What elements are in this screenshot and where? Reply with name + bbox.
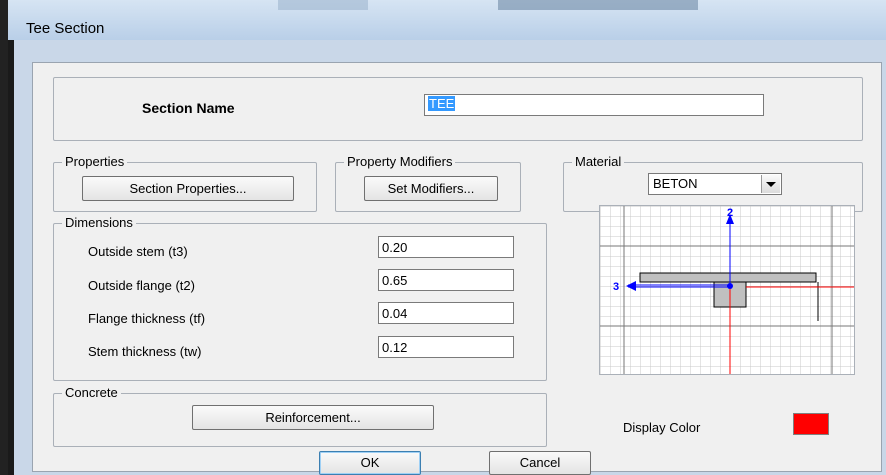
- property-modifiers-group: Property Modifiers Set Modifiers...: [335, 154, 521, 212]
- dialog-panel: Section Name TEE Properties Section Prop…: [32, 62, 882, 475]
- material-select[interactable]: BETON: [648, 173, 782, 195]
- section-name-label: Section Name: [142, 100, 235, 116]
- section-preview: 2 3: [599, 205, 855, 375]
- dimension-label-outside-stem: Outside stem (t3): [88, 244, 188, 259]
- chevron-down-icon: [766, 182, 776, 187]
- property-modifiers-legend: Property Modifiers: [344, 154, 456, 169]
- section-name-input[interactable]: TEE: [424, 94, 764, 116]
- dialog-body: Section Name TEE Properties Section Prop…: [14, 40, 886, 475]
- display-color-swatch[interactable]: [793, 413, 829, 435]
- window-title: Tee Section: [26, 20, 105, 37]
- material-selected-value: BETON: [653, 176, 698, 191]
- properties-group: Properties Section Properties...: [53, 154, 317, 212]
- set-modifiers-button[interactable]: Set Modifiers...: [364, 176, 498, 201]
- stem-thickness-input[interactable]: [378, 336, 514, 358]
- cancel-button[interactable]: Cancel: [489, 451, 591, 475]
- material-dropdown-button[interactable]: [761, 175, 780, 193]
- dimension-label-flange-thickness: Flange thickness (tf): [88, 311, 206, 326]
- outside-stem-input[interactable]: [378, 236, 514, 258]
- reinforcement-button[interactable]: Reinforcement...: [192, 405, 434, 430]
- material-legend: Material: [572, 154, 625, 169]
- axis-3-label: 3: [613, 281, 619, 293]
- section-preview-drawing: 2 3: [600, 206, 854, 374]
- properties-legend: Properties: [62, 154, 128, 169]
- window-titlebar[interactable]: Tee Section: [8, 0, 886, 40]
- dimensions-group: Dimensions Outside stem (t3) Outside fla…: [53, 215, 547, 381]
- background-window-strip: [278, 0, 368, 10]
- outside-flange-input[interactable]: [378, 269, 514, 291]
- axis-2-label: 2: [727, 207, 733, 219]
- section-name-box: Section Name TEE: [53, 77, 863, 141]
- tee-flange-shape: [639, 272, 817, 283]
- concrete-legend: Concrete: [62, 385, 121, 400]
- ok-button[interactable]: OK: [319, 451, 421, 475]
- section-properties-button[interactable]: Section Properties...: [82, 176, 294, 201]
- dimension-label-outside-flange: Outside flange (t2): [88, 278, 195, 293]
- concrete-group: Concrete Reinforcement...: [53, 385, 547, 447]
- section-name-value: TEE: [428, 96, 456, 111]
- background-window-strip: [498, 0, 698, 10]
- dimensions-legend: Dimensions: [62, 215, 136, 230]
- display-color-label: Display Color: [623, 420, 701, 435]
- dimension-label-stem-thickness: Stem thickness (tw): [88, 344, 202, 359]
- background-app-edge: [0, 0, 8, 475]
- flange-thickness-input[interactable]: [378, 302, 514, 324]
